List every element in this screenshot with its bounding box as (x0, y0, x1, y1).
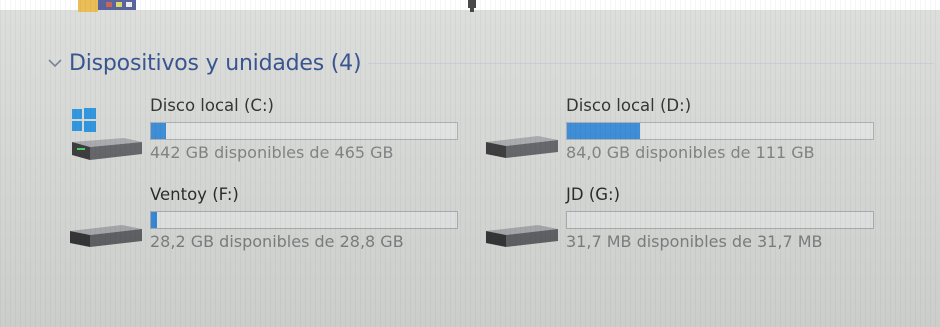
drive-usage-bar (566, 122, 874, 140)
group-title: Dispositivos y unidades (4) (69, 50, 362, 76)
drive-usage-bar (566, 211, 874, 229)
drive-item-d[interactable]: Disco local (D:) 84,0 GB disponibles de … (484, 96, 874, 176)
drive-usage-fill (567, 123, 641, 139)
drive-icon (70, 225, 142, 247)
drive-item-c[interactable]: Disco local (C:) 442 GB disponibles de 4… (68, 96, 458, 176)
drive-usage-fill (151, 123, 167, 139)
drive-item-g[interactable]: JD (G:) 31,7 MB disponibles de 31,7 MB (484, 185, 874, 265)
cursor-icon (468, 0, 476, 12)
drive-label: Disco local (D:) (566, 96, 692, 115)
chevron-down-icon[interactable] (44, 52, 66, 74)
drive-label: Ventoy (F:) (150, 185, 239, 204)
windows-drive-icon (72, 108, 142, 160)
drive-space-info: 28,2 GB disponibles de 28,8 GB (150, 232, 404, 251)
drive-usage-fill (151, 212, 158, 228)
drive-usage-bar (150, 122, 458, 140)
group-header[interactable]: Dispositivos y unidades (4) (44, 46, 362, 80)
drive-space-info: 31,7 MB disponibles de 31,7 MB (566, 232, 823, 251)
drive-icon (486, 136, 558, 158)
drive-item-f[interactable]: Ventoy (F:) 28,2 GB disponibles de 28,8 … (68, 185, 458, 265)
drive-space-info: 442 GB disponibles de 465 GB (150, 143, 394, 162)
drive-icon (486, 225, 558, 247)
folder-icon (78, 0, 136, 12)
drive-label: JD (G:) (566, 185, 621, 204)
drive-space-info: 84,0 GB disponibles de 111 GB (566, 143, 815, 162)
drive-usage-bar (150, 211, 458, 229)
drive-label: Disco local (C:) (150, 96, 274, 115)
group-divider (368, 63, 934, 64)
